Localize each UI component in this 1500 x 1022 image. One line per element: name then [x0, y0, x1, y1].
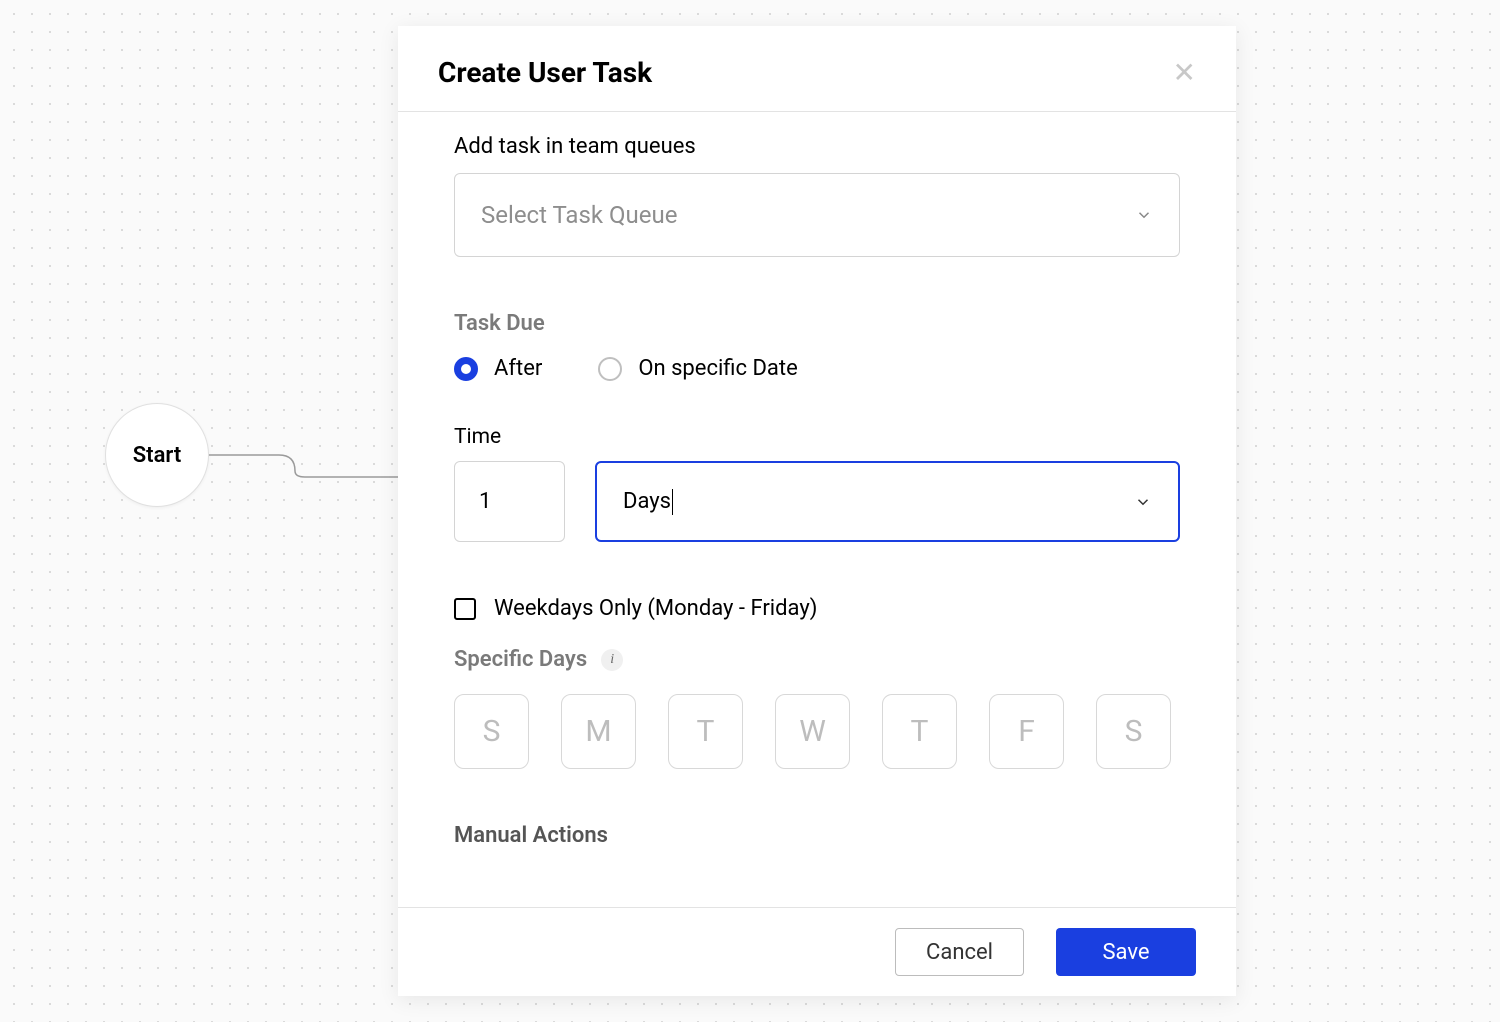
time-value-input[interactable]: 1 — [454, 461, 565, 542]
time-unit-select[interactable]: Days — [595, 461, 1180, 542]
modal-title: Create User Task — [438, 56, 652, 89]
start-node-label: Start — [133, 443, 181, 468]
day-tue[interactable]: T — [668, 694, 743, 769]
time-label: Time — [454, 425, 1180, 449]
radio-specific-date-label: On specific Date — [638, 356, 797, 381]
chevron-down-icon — [1134, 493, 1152, 511]
connector-line — [209, 454, 399, 478]
task-due-radio-group: After On specific Date — [454, 356, 1180, 381]
day-sat[interactable]: S — [1096, 694, 1171, 769]
start-node[interactable]: Start — [105, 403, 209, 507]
create-user-task-modal: Create User Task ✕ Add task in team queu… — [398, 26, 1236, 996]
time-unit-text: Days — [623, 489, 671, 514]
time-input-row: 1 Days — [454, 461, 1180, 542]
day-fri[interactable]: F — [989, 694, 1064, 769]
specific-days-label: Specific Days — [454, 647, 587, 672]
specific-days-header: Specific Days i — [454, 647, 1180, 672]
day-mon[interactable]: M — [561, 694, 636, 769]
task-queue-placeholder: Select Task Queue — [481, 201, 677, 229]
day-wed[interactable]: W — [775, 694, 850, 769]
task-queue-select[interactable]: Select Task Queue — [454, 173, 1180, 257]
text-cursor — [672, 489, 673, 515]
weekdays-only-label: Weekdays Only (Monday - Friday) — [494, 596, 817, 621]
weekdays-only-checkbox[interactable]: Weekdays Only (Monday - Friday) — [454, 596, 1180, 621]
task-due-label: Task Due — [454, 311, 1180, 336]
modal-header: Create User Task ✕ — [398, 26, 1236, 112]
team-queue-label: Add task in team queues — [454, 134, 1180, 159]
radio-after-label: After — [494, 356, 542, 381]
radio-after[interactable]: After — [454, 356, 542, 381]
cancel-button[interactable]: Cancel — [895, 928, 1024, 976]
manual-actions-label: Manual Actions — [454, 823, 1180, 848]
checkbox-box — [454, 598, 476, 620]
chevron-down-icon — [1135, 206, 1153, 224]
info-icon[interactable]: i — [601, 649, 623, 671]
save-button[interactable]: Save — [1056, 928, 1196, 976]
radio-after-indicator — [454, 357, 478, 381]
radio-specific-date-indicator — [598, 357, 622, 381]
modal-body: Add task in team queues Select Task Queu… — [398, 112, 1236, 907]
day-thu[interactable]: T — [882, 694, 957, 769]
radio-specific-date[interactable]: On specific Date — [598, 356, 797, 381]
days-selector: S M T W T F S — [454, 694, 1180, 769]
modal-footer: Cancel Save — [398, 907, 1236, 996]
day-sun[interactable]: S — [454, 694, 529, 769]
time-value-text: 1 — [479, 489, 491, 514]
close-icon[interactable]: ✕ — [1173, 59, 1196, 87]
